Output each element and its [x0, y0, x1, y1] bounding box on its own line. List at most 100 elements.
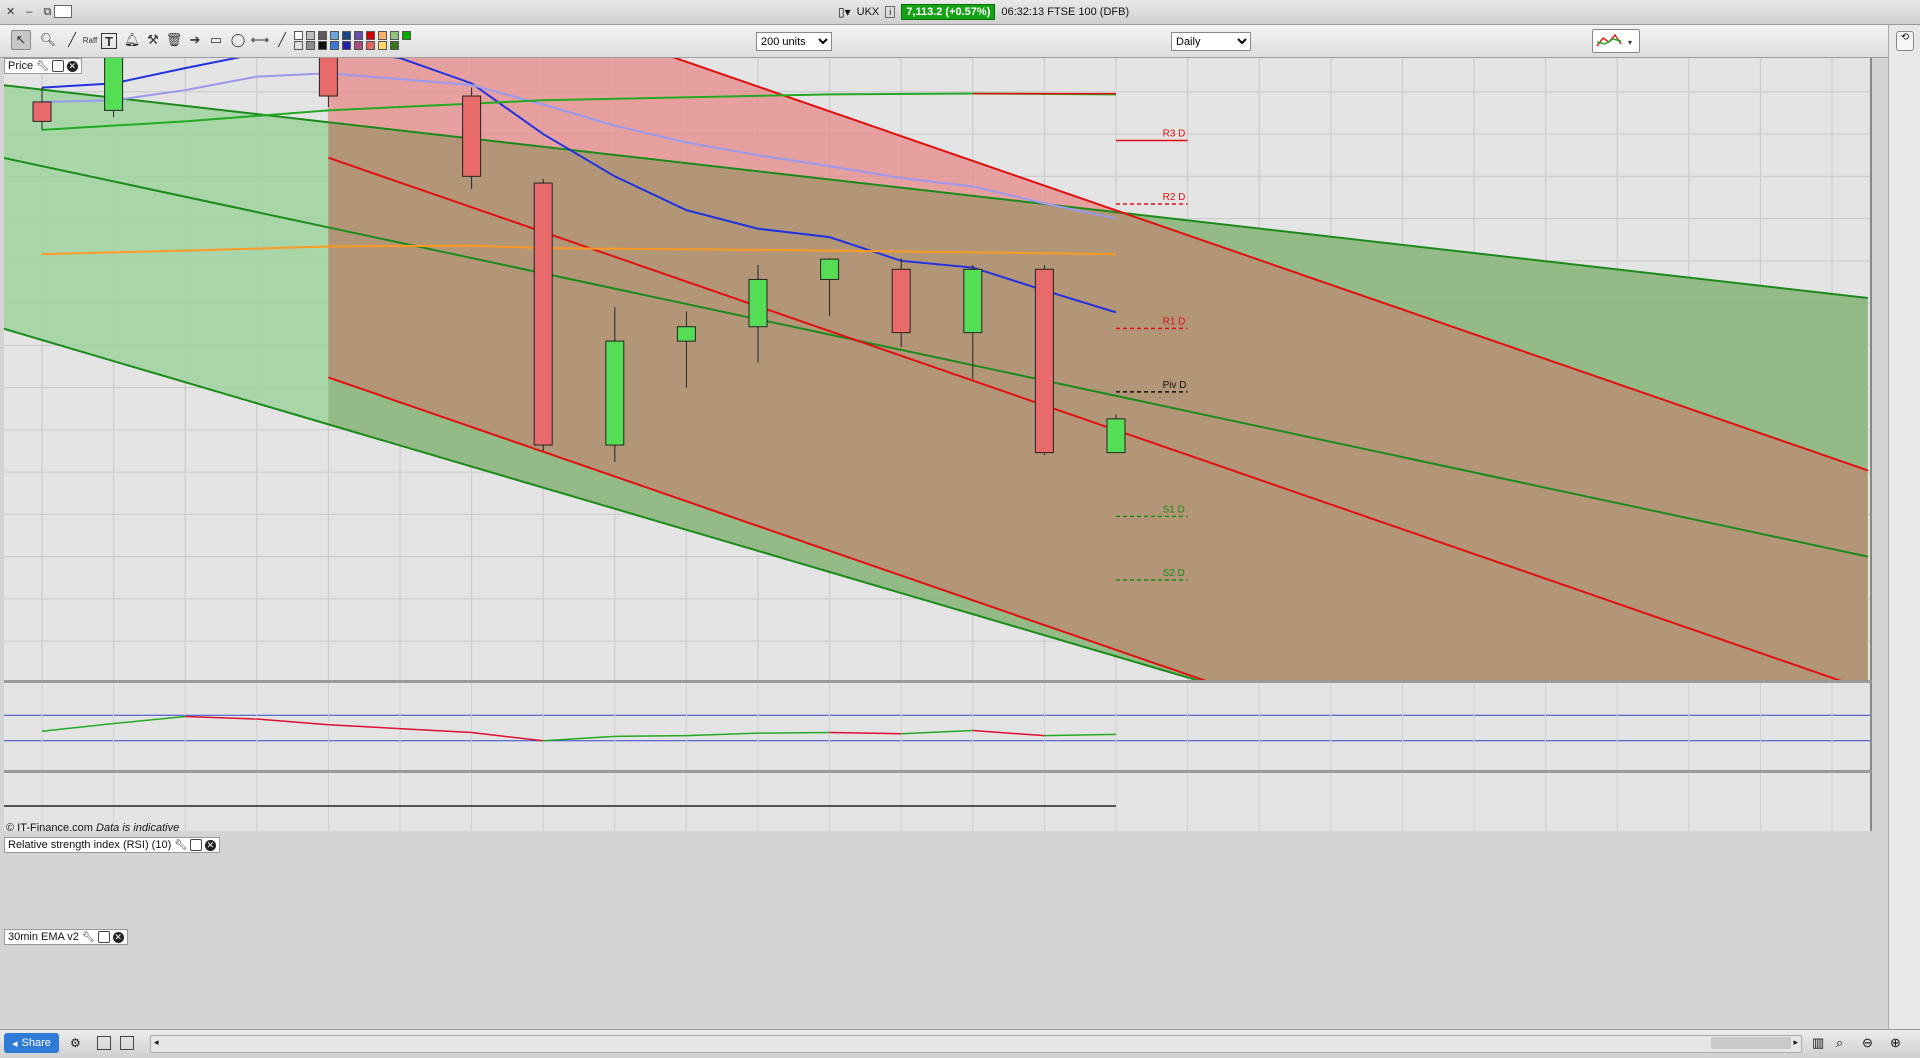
horizontal-scrollbar[interactable]: ◂ ▸ — [150, 1035, 1802, 1053]
pivot-label: S1 D — [1163, 504, 1185, 515]
chart-style-icon: ▾ — [1596, 33, 1632, 47]
symbol-label: UKX — [856, 6, 880, 18]
candle-body — [533, 182, 553, 446]
candle — [533, 178, 553, 451]
color-swatch[interactable] — [354, 41, 363, 50]
candle-body — [891, 268, 911, 334]
period-select[interactable]: Daily — [1171, 32, 1251, 51]
close-icon[interactable]: ✕ — [66, 60, 78, 72]
price-badge: 7,113.2 (+0.57%) — [901, 4, 996, 20]
ray-tool-icon[interactable]: ╱ — [272, 30, 292, 50]
chart-type-button[interactable]: ▾ — [1592, 29, 1640, 53]
zoom-out-icon[interactable]: ⊖ — [1862, 1035, 1873, 1051]
raff-channel-icon[interactable]: Raff — [80, 30, 100, 50]
ellipse-tool-icon[interactable]: ◯ — [228, 30, 248, 50]
candle — [462, 87, 482, 189]
pivot-label: S2 D — [1163, 568, 1185, 579]
panel-window-icon[interactable] — [51, 60, 64, 72]
alert-bell-icon[interactable]: 🔔︎ — [122, 30, 142, 50]
candle-settings-icon[interactable]: ▥ — [1812, 1035, 1824, 1051]
panel-separator — [4, 770, 1872, 773]
arrow-tool-icon[interactable]: ➔ — [185, 30, 205, 50]
candle-body — [820, 258, 840, 280]
panel-window-icon[interactable] — [97, 931, 110, 943]
color-swatch[interactable] — [390, 41, 399, 50]
color-swatch[interactable] — [306, 41, 315, 50]
rectangle-tool-icon[interactable]: ▭ — [206, 30, 226, 50]
color-swatch[interactable] — [390, 31, 399, 40]
scroll-thumb[interactable] — [1711, 1037, 1791, 1049]
zoom-icon[interactable]: 🔍︎ — [38, 30, 58, 50]
ema-panel-label: 30min EMA v2 — [8, 931, 79, 943]
color-swatch[interactable] — [378, 41, 387, 50]
rsi-panel-background — [4, 683, 1870, 773]
color-swatch[interactable] — [318, 31, 327, 40]
wrench-icon[interactable]: 🔧︎ — [174, 840, 187, 851]
units-select[interactable]: 200 units — [756, 32, 832, 51]
text-tool-icon[interactable]: T — [101, 33, 117, 49]
panel-window-icon[interactable] — [189, 839, 202, 851]
candle-body — [462, 95, 482, 177]
candle — [1106, 414, 1126, 454]
ema-panel-header: 30min EMA v2 🔧︎ ✕ — [4, 929, 128, 945]
candle — [104, 58, 124, 118]
color-swatch[interactable] — [318, 41, 327, 50]
info-icon[interactable]: i — [885, 6, 896, 18]
candle-body — [963, 268, 983, 334]
rsi-line-segment — [614, 734, 687, 738]
axis-divider — [1870, 58, 1872, 831]
candle-body — [32, 101, 52, 122]
share-button[interactable]: ◂ Share — [4, 1033, 59, 1053]
close-icon[interactable]: ✕ — [204, 839, 216, 851]
share-icon: ◂ — [12, 1037, 18, 1050]
candle-body — [1034, 268, 1054, 454]
color-swatch[interactable] — [402, 31, 411, 40]
print-icon[interactable] — [120, 1036, 134, 1050]
refresh-icon[interactable]: ⟲ — [1896, 31, 1914, 51]
color-swatch[interactable] — [294, 31, 303, 40]
color-swatch[interactable] — [294, 41, 303, 50]
color-swatch[interactable] — [366, 41, 375, 50]
pointer-icon[interactable]: ↖ — [11, 30, 31, 50]
hammer-icon[interactable]: ⚒ — [143, 30, 163, 50]
table-icon[interactable] — [97, 1036, 111, 1050]
zoom-area-icon[interactable]: ⌕ — [1836, 1035, 1843, 1051]
keyboard-icon[interactable] — [54, 5, 72, 18]
wrench-icon[interactable]: 🔧︎ — [36, 61, 49, 72]
candle-body — [1106, 418, 1126, 454]
price-panel-label: Price — [8, 60, 34, 72]
close-icon[interactable]: ✕ — [112, 931, 124, 943]
scroll-left-icon[interactable]: ◂ — [154, 1037, 159, 1048]
color-swatch[interactable] — [366, 31, 375, 40]
drawing-toolbar: ↖ 🔍︎ ╱ Raff T 🔔︎ ⚒ 🗑︎ ➔ ▭ ◯ ⟷ ╱ 200 unit… — [0, 25, 1920, 58]
candle-body — [748, 278, 768, 328]
pivot-label: Piv D — [1163, 380, 1187, 391]
trash-icon[interactable]: 🗑︎ — [164, 30, 184, 50]
indicators-icon[interactable]: ⚙ — [70, 1036, 81, 1050]
rsi-panel-header: Relative strength index (RSI) (10) 🔧︎ ✕ — [4, 837, 220, 853]
chart-footer: © IT-Finance.com Data is indicative — [6, 822, 179, 834]
color-swatch[interactable] — [354, 31, 363, 40]
svg-text:▾: ▾ — [1628, 38, 1632, 47]
candle — [1034, 265, 1054, 456]
horizontal-line-icon[interactable]: ⟷ — [250, 30, 270, 50]
color-swatch[interactable] — [342, 41, 351, 50]
scroll-right-icon[interactable]: ▸ — [1793, 1037, 1798, 1048]
wrench-icon[interactable]: 🔧︎ — [82, 932, 95, 943]
ema-panel-background — [4, 773, 1870, 831]
chart-canvas[interactable]: R3 DR2 DR1 DPiv DS1 DS2 D 6,8506,9006,95… — [4, 58, 1872, 831]
color-swatch[interactable] — [378, 31, 387, 40]
candle-body — [318, 58, 338, 97]
trend-tool-icon[interactable]: ╱ — [62, 30, 82, 50]
zoom-in-icon[interactable]: ⊕ — [1890, 1035, 1901, 1051]
bottom-bar: ◂ Share ⚙ ◂ ▸ ▥ ⌕ ⊖ ⊕ — [0, 1029, 1920, 1058]
window-controls[interactable]: ✕ ‒ ⧉ — [6, 5, 55, 19]
pivot-label: R1 D — [1163, 316, 1186, 327]
color-swatch[interactable] — [330, 31, 339, 40]
color-swatch[interactable] — [342, 31, 351, 40]
rsi-line-segment — [757, 731, 830, 734]
candle-body — [605, 340, 625, 446]
color-swatch[interactable] — [330, 41, 339, 50]
color-palette[interactable] — [290, 28, 420, 54]
color-swatch[interactable] — [306, 31, 315, 40]
